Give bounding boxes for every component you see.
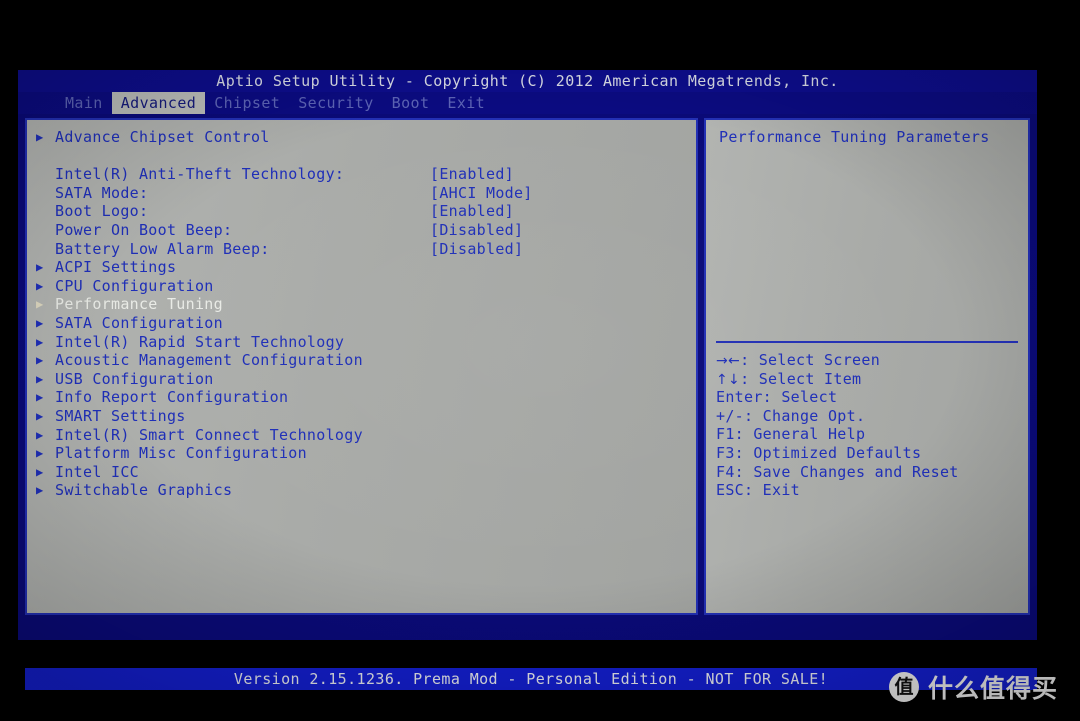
settings-row-value[interactable]: [Enabled]: [430, 202, 514, 221]
settings-row-label: USB Configuration: [55, 369, 214, 388]
key-legend-line: ↑↓: Select Item: [716, 370, 1020, 389]
tab-main[interactable]: Main: [56, 92, 112, 114]
settings-panel: ▶ Advance Chipset Control Intel(R) Anti-Th…: [25, 118, 698, 615]
submenu-arrow-icon: ▶: [36, 427, 44, 442]
tab-boot[interactable]: Boot: [383, 92, 439, 114]
settings-row-value[interactable]: [Disabled]: [430, 221, 523, 240]
submenu-arrow-icon: ▶: [36, 353, 44, 368]
key-legend-line: ESC: Exit: [716, 481, 1020, 500]
settings-row-label: Switchable Graphics: [55, 481, 233, 500]
key-legend-line: +/-: Change Opt.: [716, 407, 1020, 426]
help-description: Performance Tuning Parameters: [719, 128, 990, 146]
settings-row[interactable]: ▶ CPU Configuration: [27, 277, 696, 296]
settings-row[interactable]: ▶ Advance Chipset Control: [27, 128, 696, 147]
settings-row[interactable]: SATA Mode: [AHCI Mode]: [27, 184, 696, 203]
settings-row[interactable]: ▶ Acoustic Management Configuration: [27, 351, 696, 370]
settings-row-label: Advance Chipset Control: [55, 128, 270, 146]
submenu-arrow-icon: ▶: [36, 464, 44, 479]
settings-row[interactable]: Intel(R) Anti-Theft Technology: [Enabled]: [27, 165, 696, 184]
submenu-arrow-icon: ▶: [36, 315, 44, 330]
settings-row[interactable]: ▶ Intel(R) Smart Connect Technology: [27, 426, 696, 445]
settings-row-label: Performance Tuning: [55, 295, 223, 314]
settings-row-label: Intel(R) Smart Connect Technology: [55, 425, 363, 444]
settings-row-label: Intel(R) Anti-Theft Technology:: [55, 165, 345, 184]
settings-row[interactable]: ▶ USB Configuration: [27, 370, 696, 389]
settings-row-label: SATA Mode:: [55, 183, 149, 202]
watermark-text: 什么值得买: [927, 674, 1058, 703]
settings-row[interactable]: ▶ Info Report Configuration: [27, 388, 696, 407]
tab-advanced[interactable]: Advanced: [111, 92, 206, 114]
settings-row-label: Boot Logo:: [55, 202, 149, 221]
settings-row-label: SATA Configuration: [55, 313, 223, 332]
submenu-arrow-icon: ▶: [36, 260, 44, 275]
key-legend-line: F4: Save Changes and Reset: [716, 463, 1020, 482]
key-legend-text: F4: Save Changes and Reset: [716, 462, 959, 481]
settings-row[interactable]: ▶ Intel(R) Rapid Start Technology: [27, 333, 696, 352]
key-legend-text: ESC: Exit: [716, 481, 800, 500]
bios-setup-screen: Aptio Setup Utility - Copyright (C) 2012…: [18, 70, 1037, 690]
submenu-arrow-icon: ▶: [36, 334, 44, 349]
settings-row-value[interactable]: [Enabled]: [430, 165, 514, 184]
smzdm-logo-icon: 值: [888, 672, 919, 702]
help-separator: [716, 341, 1018, 343]
settings-row[interactable]: Boot Logo: [Enabled]: [27, 202, 696, 221]
bios-title-bar: Aptio Setup Utility - Copyright (C) 2012…: [18, 70, 1037, 92]
settings-row-value[interactable]: [AHCI Mode]: [430, 184, 533, 203]
settings-row[interactable]: ▶ ACPI Settings: [27, 258, 696, 277]
key-legend-text: +/-: Change Opt.: [716, 406, 866, 425]
settings-row-value[interactable]: [Disabled]: [430, 240, 523, 259]
settings-row[interactable]: ▶ Platform Misc Configuration: [27, 444, 696, 463]
key-legend-text: F3: Optimized Defaults: [716, 443, 922, 462]
settings-row-label: Battery Low Alarm Beep:: [55, 239, 270, 258]
settings-row[interactable]: ▶ SATA Configuration: [27, 314, 696, 333]
settings-row-label: CPU Configuration: [55, 276, 214, 295]
settings-row-label: Info Report Configuration: [55, 388, 289, 407]
menu-tab-bar[interactable]: Main Advanced Chipset Security Boot Exit: [18, 92, 1037, 114]
tab-exit[interactable]: Exit: [438, 92, 494, 114]
key-legend-text: F1: General Help: [716, 425, 866, 444]
settings-row-label: Power On Boot Beep:: [55, 220, 233, 239]
settings-row[interactable]: Power On Boot Beep: [Disabled]: [27, 221, 696, 240]
key-glyph-icon: ↑↓: [716, 371, 741, 388]
settings-row[interactable]: ▶ Intel ICC: [27, 463, 696, 482]
settings-list[interactable]: ▶ Advance Chipset Control Intel(R) Anti-Th…: [27, 120, 696, 500]
key-legend: →←: Select Screen ↑↓: Select Item Enter: S…: [716, 351, 1020, 500]
version-footer: Version 2.15.1236. Prema Mod - Personal …: [25, 668, 1037, 690]
submenu-arrow-icon: ▶: [36, 408, 44, 423]
settings-row-label: Acoustic Management Configuration: [55, 351, 363, 370]
settings-row[interactable]: ▶ SMART Settings: [27, 407, 696, 426]
settings-row-label: Intel(R) Rapid Start Technology: [55, 332, 345, 351]
key-legend-line: Enter: Select: [716, 388, 1020, 407]
bios-body: ▶ Advance Chipset Control Intel(R) Anti-Th…: [25, 118, 1037, 690]
submenu-arrow-icon: ▶: [36, 446, 44, 461]
settings-row[interactable]: Battery Low Alarm Beep: [Disabled]: [27, 240, 696, 259]
settings-row-label: Platform Misc Configuration: [55, 444, 307, 463]
screenshot-root: Aptio Setup Utility - Copyright (C) 2012…: [0, 0, 1080, 721]
settings-row-label: ACPI Settings: [55, 258, 177, 277]
settings-row-label: Intel ICC: [55, 462, 139, 481]
watermark: 值 什么值得买: [888, 669, 1058, 705]
key-legend-text: Enter: Select: [716, 388, 838, 407]
key-glyph-icon: →←: [716, 353, 741, 369]
tab-security[interactable]: Security: [289, 92, 382, 114]
submenu-arrow-icon: ▶: [36, 130, 44, 144]
settings-row[interactable]: ▶ Performance Tuning: [27, 295, 696, 314]
submenu-arrow-icon: ▶: [36, 297, 44, 312]
submenu-arrow-icon: ▶: [36, 483, 44, 498]
key-legend-line: F3: Optimized Defaults: [716, 444, 1020, 463]
help-panel: Performance Tuning Parameters →←: Select…: [704, 118, 1030, 615]
key-legend-text: : Select Item: [740, 369, 862, 388]
settings-row-label: SMART Settings: [55, 406, 186, 425]
tab-chipset[interactable]: Chipset: [205, 92, 289, 114]
key-legend-text: : Select Screen: [740, 351, 881, 369]
key-legend-line: F1: General Help: [716, 425, 1020, 444]
settings-row[interactable]: ▶ Switchable Graphics: [27, 481, 696, 500]
key-legend-line: →←: Select Screen: [716, 351, 1020, 370]
submenu-arrow-icon: ▶: [36, 278, 44, 293]
submenu-arrow-icon: ▶: [36, 390, 44, 405]
submenu-arrow-icon: ▶: [36, 371, 44, 386]
